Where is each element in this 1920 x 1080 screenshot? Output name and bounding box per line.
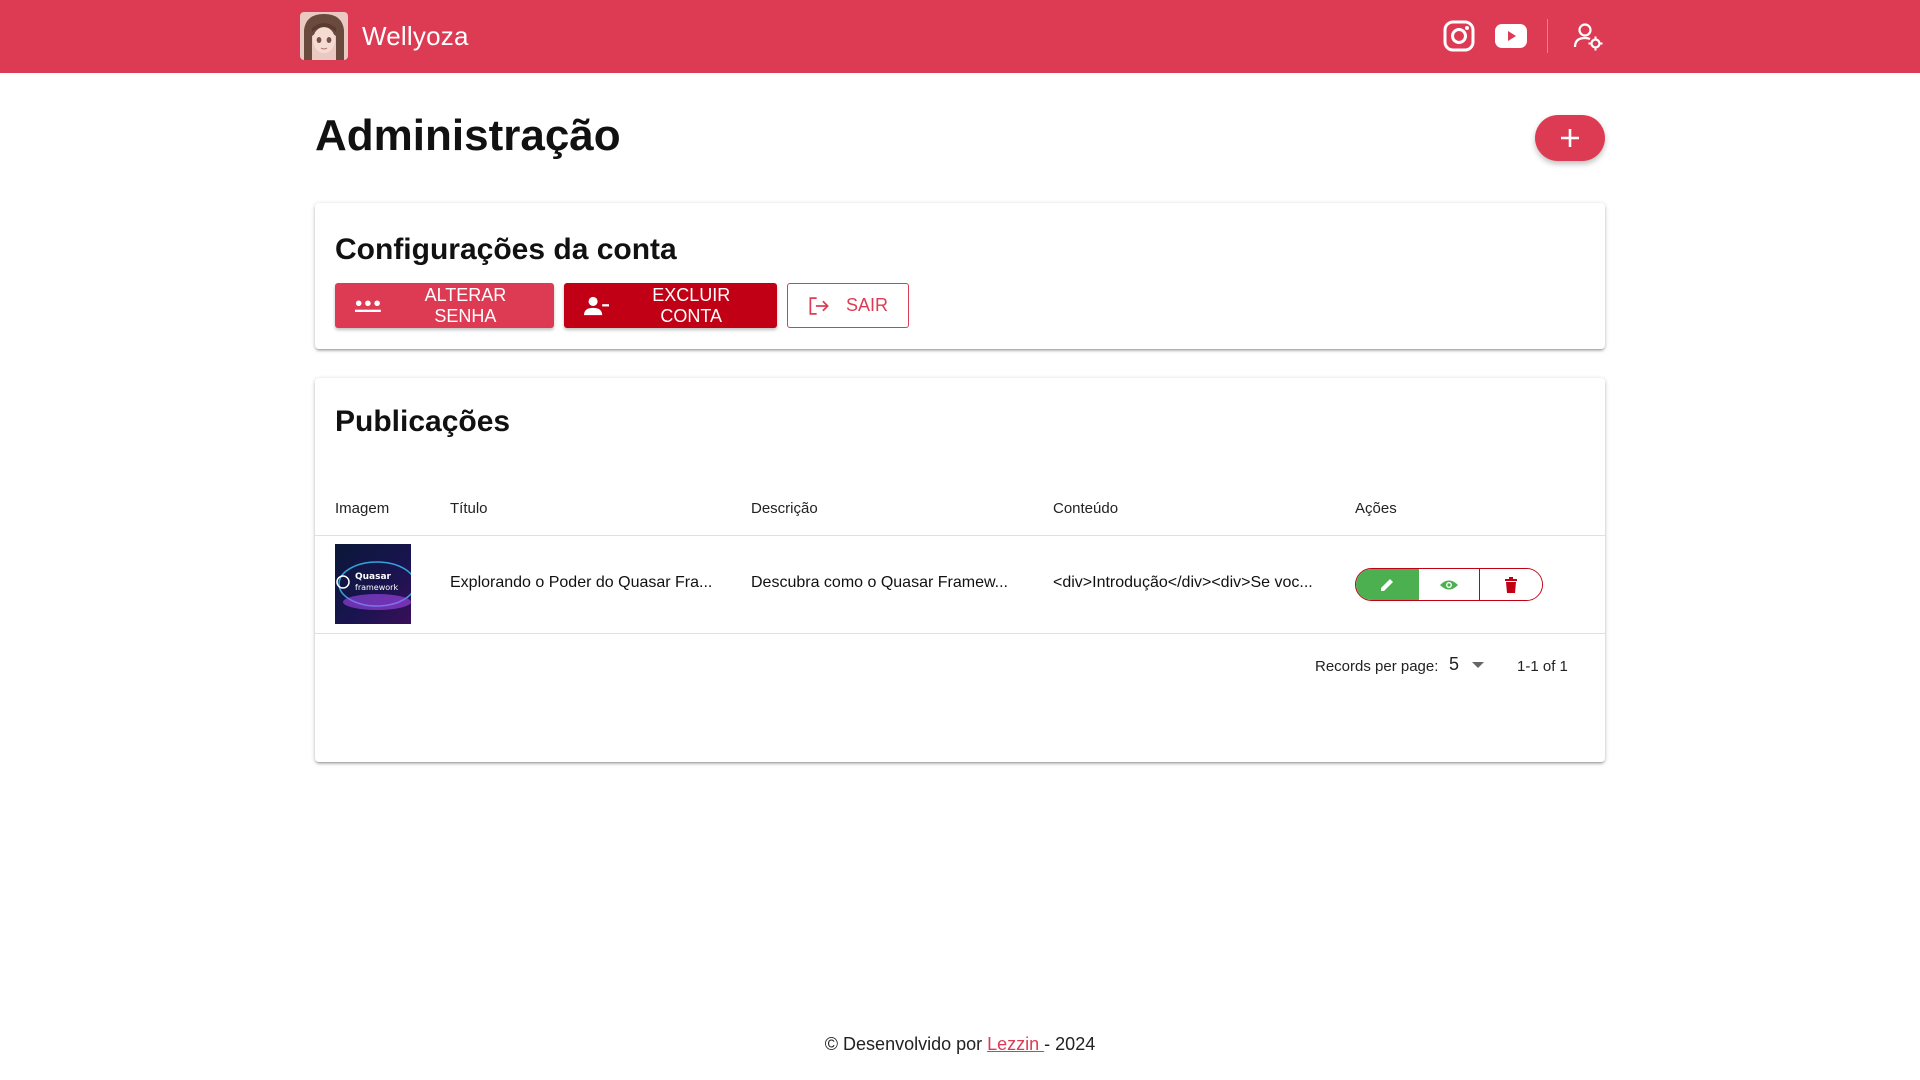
column-header-actions: Ações [1355, 500, 1397, 517]
top-bar: Wellyoza [0, 0, 1920, 73]
delete-account-label: EXCLUIR CONTA [652, 284, 731, 326]
trash-icon [1505, 576, 1517, 593]
delete-button[interactable] [1480, 569, 1542, 600]
plus-icon [1561, 129, 1579, 147]
author-link[interactable]: Lezzin [987, 1034, 1044, 1054]
column-header-image[interactable]: Imagem [335, 500, 389, 517]
records-per-page-label: Records per page: [1315, 658, 1439, 675]
header-actions [1437, 14, 1610, 58]
brand-name: Wellyoza [362, 20, 469, 51]
pagination-status: 1-1 of 1 [1517, 658, 1568, 675]
table-header: Imagem Título Descrição Conteúdo Ações [315, 484, 1605, 536]
brand-avatar [300, 12, 348, 60]
change-password-button[interactable]: ALTERAR SENHA [335, 283, 554, 328]
header-divider [1547, 19, 1548, 53]
password-icon [355, 299, 381, 312]
instagram-icon[interactable] [1437, 14, 1481, 58]
publications-card: Publicações Imagem Título Descrição Cont… [315, 378, 1605, 762]
column-header-content[interactable]: Conteúdo [1053, 500, 1118, 517]
publication-thumbnail: Quasar framework [335, 544, 411, 624]
add-publication-button[interactable] [1535, 115, 1605, 161]
delete-account-button[interactable]: EXCLUIR CONTA [564, 283, 777, 328]
brand[interactable]: Wellyoza [300, 12, 469, 60]
account-settings-card: Configurações da conta ALTERAR SENHA EXC… [315, 203, 1605, 349]
person-remove-icon [584, 296, 610, 315]
logout-label: SAIR [845, 295, 888, 315]
youtube-icon[interactable] [1489, 14, 1533, 58]
logout-button[interactable]: SAIR [787, 283, 909, 328]
footer-prefix: © Desenvolvido por [824, 1034, 988, 1054]
footer-suffix: - 2024 [1044, 1034, 1096, 1054]
publications-title: Publicações [335, 405, 511, 438]
row-actions [1355, 568, 1543, 601]
view-button[interactable] [1418, 569, 1480, 600]
column-header-description[interactable]: Descrição [751, 500, 818, 517]
thumbnail-text-quasar: Quasar [355, 572, 392, 582]
account-actions: ALTERAR SENHA EXCLUIR CONTA SAIR [335, 283, 909, 328]
account-settings-icon[interactable] [1566, 14, 1610, 58]
thumbnail-text-framework: framework [355, 583, 398, 592]
table-pagination: Records per page: 5 1-1 of 1 [315, 634, 1605, 698]
account-settings-title: Configurações da conta [335, 233, 677, 266]
eye-icon [1440, 580, 1458, 589]
edit-button[interactable] [1356, 569, 1418, 600]
column-header-title[interactable]: Título [450, 500, 488, 517]
chevron-down-icon [1472, 661, 1485, 668]
table-row: Quasar framework Explorando o Poder do Q… [315, 536, 1605, 634]
publication-content: <div>Introdução</div><div>Se voc... [1053, 574, 1313, 591]
publication-title: Explorando o Poder do Quasar Fra... [450, 574, 713, 591]
records-per-page-value: 5 [1449, 654, 1460, 674]
pencil-icon [1381, 578, 1393, 591]
footer: © Desenvolvido por Lezzin - 2024 [0, 1034, 1920, 1055]
records-per-page-select[interactable]: 5 [1449, 654, 1485, 675]
change-password-label: ALTERAR SENHA [424, 284, 507, 326]
page-title: Administração [315, 111, 621, 160]
logout-icon [809, 296, 829, 315]
publication-description: Descubra como o Quasar Framew... [751, 574, 1008, 591]
